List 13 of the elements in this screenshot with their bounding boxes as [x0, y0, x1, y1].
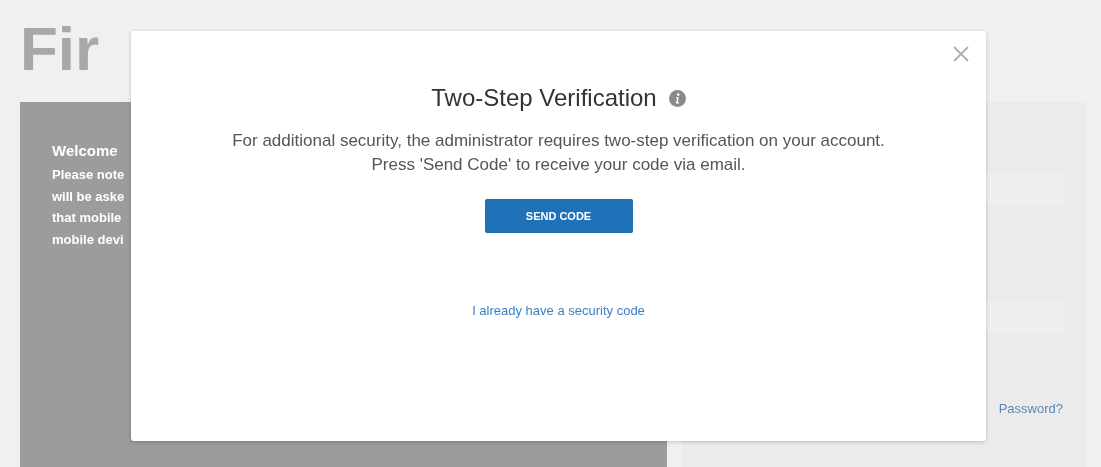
dialog-title: Two-Step Verification [431, 83, 657, 113]
send-code-button[interactable]: SEND CODE [484, 199, 633, 233]
info-icon[interactable] [668, 89, 686, 107]
forgot-password-link[interactable]: Password? [998, 401, 1063, 416]
dialog-message: For additional security, the administrator requires two-step verification on your account. Press 'Send Code' to receive your code via email. [231, 130, 886, 176]
welcome-text: Welcome [52, 141, 118, 161]
close-icon[interactable] [952, 45, 970, 63]
welcome-text: Please note [52, 166, 125, 184]
welcome-text: will be aske [52, 187, 125, 206]
welcome-text: that mobile [52, 209, 122, 227]
security-code-link[interactable]: I already have a security code [472, 303, 645, 318]
welcome-text: mobile devi [52, 230, 124, 249]
logo-text: Fir [20, 13, 100, 85]
